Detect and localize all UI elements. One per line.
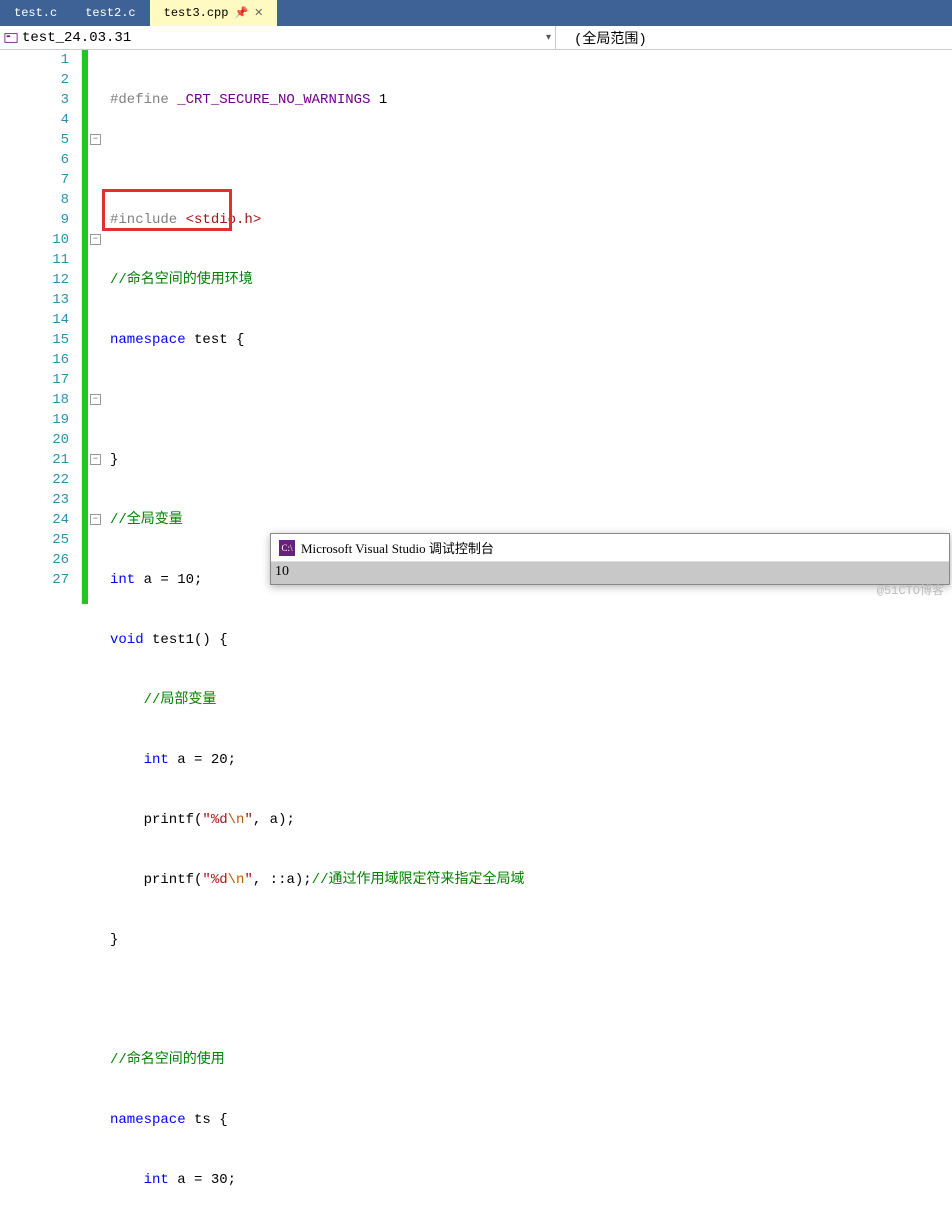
code-editor[interactable]: 1234567891011121314151617181920212223242… xyxy=(0,50,952,604)
console-title-text: Microsoft Visual Studio 调试控制台 xyxy=(301,538,494,557)
line-number-gutter: 1234567891011121314151617181920212223242… xyxy=(0,50,82,604)
fold-toggle-icon[interactable]: − xyxy=(90,134,101,145)
code-area[interactable]: #define _CRT_SECURE_NO_WARNINGS 1 #inclu… xyxy=(104,50,952,604)
tab-test3-cpp[interactable]: test3.cpp 📌 ✕ xyxy=(150,0,278,26)
context-bar: test_24.03.31 ▾ (全局范围) xyxy=(0,26,952,50)
console-titlebar[interactable]: C:\ Microsoft Visual Studio 调试控制台 xyxy=(271,534,949,562)
tab-bar: test.c test2.c test3.cpp 📌 ✕ xyxy=(0,0,952,26)
fold-toggle-icon[interactable]: − xyxy=(90,514,101,525)
debug-console-window[interactable]: C:\ Microsoft Visual Studio 调试控制台 10 xyxy=(270,533,950,585)
project-icon xyxy=(4,31,18,45)
scope-right-label: (全局范围) xyxy=(574,28,647,48)
vs-icon: C:\ xyxy=(279,540,295,556)
fold-toggle-icon[interactable]: − xyxy=(90,394,101,405)
tab-test2-c[interactable]: test2.c xyxy=(71,0,149,26)
scope-dropdown-left[interactable]: test_24.03.31 ▾ xyxy=(0,26,556,49)
fold-toggle-icon[interactable]: − xyxy=(90,454,101,465)
fold-toggle-icon[interactable]: − xyxy=(90,234,101,245)
scope-dropdown-right[interactable]: (全局范围) xyxy=(556,26,952,49)
fold-column: − − − − − xyxy=(88,50,104,604)
scope-left-label: test_24.03.31 xyxy=(22,30,131,46)
close-icon[interactable]: ✕ xyxy=(254,6,263,20)
pin-icon[interactable]: 📌 xyxy=(234,6,248,20)
watermark: @51CTO博客 xyxy=(877,581,944,598)
chevron-down-icon: ▾ xyxy=(546,32,551,44)
console-output: 10 xyxy=(271,562,949,584)
tab-test-c[interactable]: test.c xyxy=(0,0,71,26)
